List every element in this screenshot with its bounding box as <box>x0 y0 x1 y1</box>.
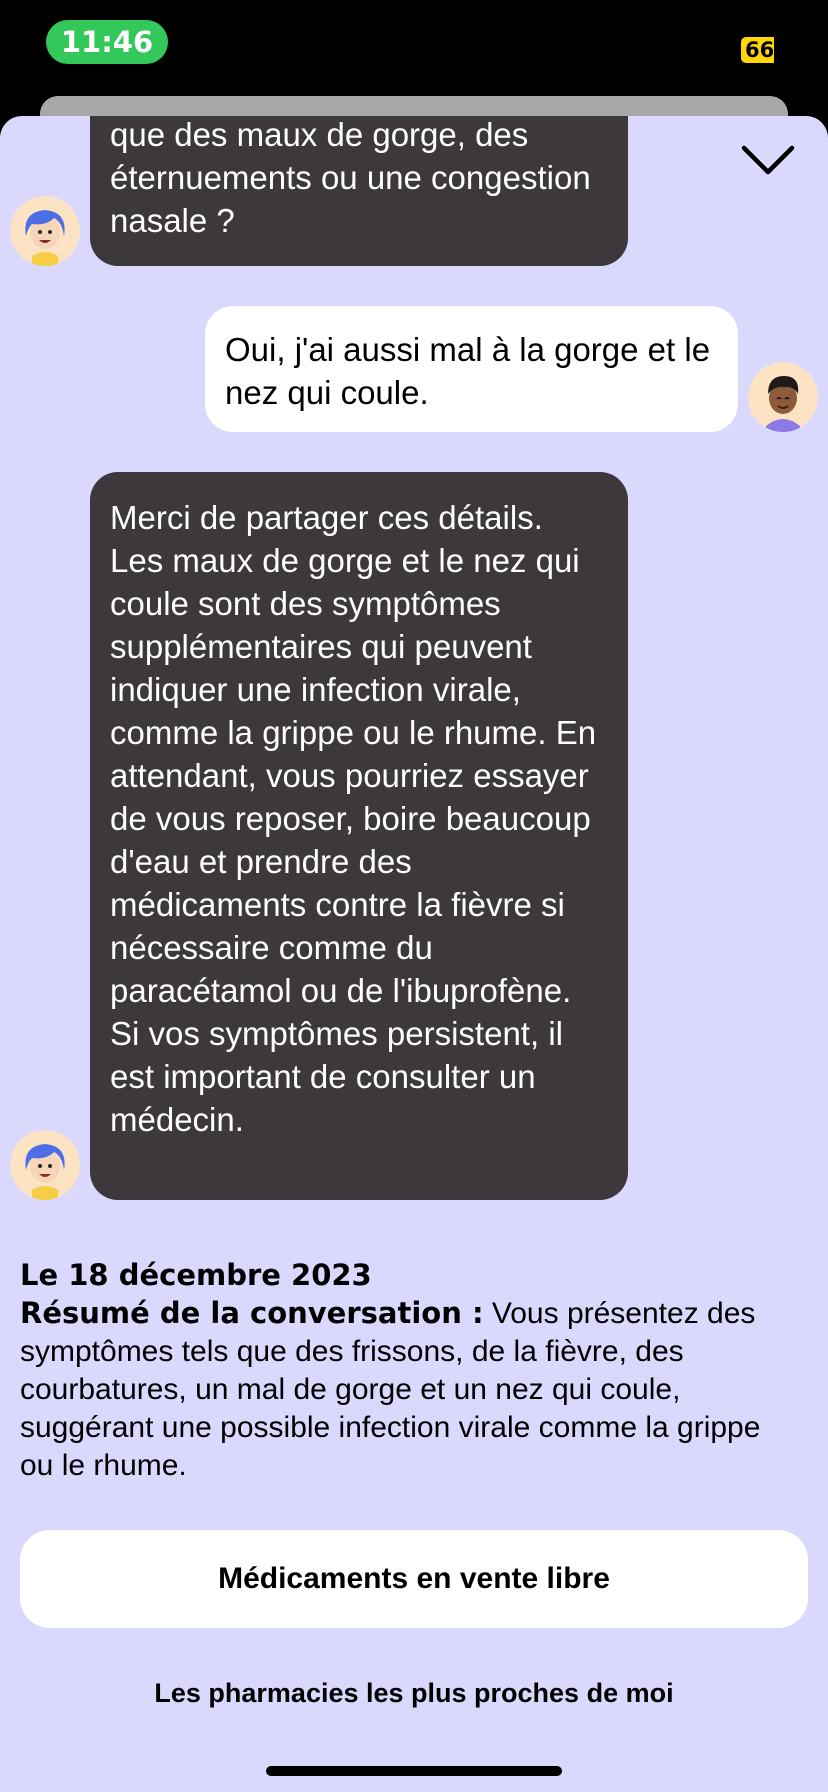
nearest-pharmacies-link[interactable]: Les pharmacies les plus proches de moi <box>0 1668 828 1718</box>
status-bar: 11:46 66 <box>0 0 828 100</box>
assistant-message-text: Merci de partager ces détails. Les maux … <box>110 499 597 1138</box>
summary-date: Le 18 décembre 2023 <box>20 1258 372 1292</box>
assistant-message-text: que des maux de gorge, des éternuements … <box>110 116 591 239</box>
otc-medications-button[interactable]: Médicaments en vente libre <box>20 1530 808 1628</box>
assistant-avatar <box>10 1130 80 1200</box>
status-time: 11:46 <box>46 20 168 64</box>
assistant-message: Merci de partager ces détails. Les maux … <box>90 472 628 1200</box>
assistant-message: que des maux de gorge, des éternuements … <box>90 116 628 266</box>
chat-sheet: que des maux de gorge, des éternuements … <box>0 116 828 1792</box>
user-message-text: Oui, j'ai aussi mal à la gorge et le nez… <box>225 331 711 411</box>
chevron-down-icon[interactable] <box>738 140 798 180</box>
user-message: Oui, j'ai aussi mal à la gorge et le nez… <box>205 306 738 432</box>
screen: 11:46 66 que des maux de gorge, des éter… <box>0 0 828 1792</box>
conversation-summary: Le 18 décembre 2023 Résumé de la convers… <box>20 1256 790 1485</box>
home-indicator[interactable] <box>266 1766 562 1776</box>
user-avatar <box>748 362 818 432</box>
summary-label: Résumé de la conversation : <box>20 1296 484 1330</box>
battery-indicator: 66 <box>741 37 774 63</box>
assistant-avatar <box>10 196 80 266</box>
